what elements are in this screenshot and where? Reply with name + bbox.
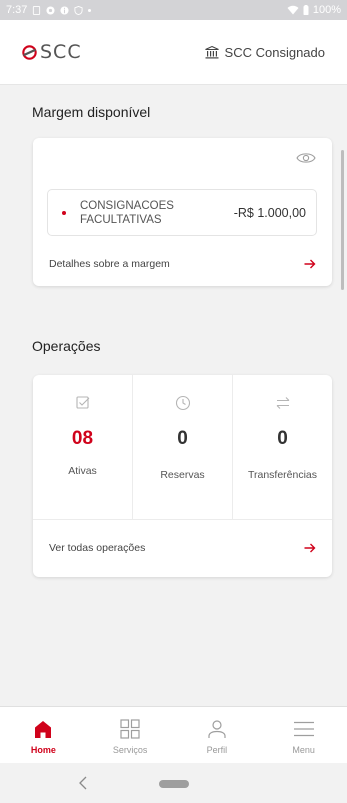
nav-item-menu[interactable]: Menu: [260, 707, 347, 763]
margin-section-title: Margem disponível: [32, 104, 151, 120]
nav-label-home: Home: [30, 745, 56, 755]
home-pill-button[interactable]: [159, 780, 189, 788]
nav-item-home[interactable]: Home: [0, 707, 87, 763]
bottom-nav: Home Serviços Perfil Menu: [0, 706, 347, 763]
checkbox-icon: [75, 396, 89, 409]
notification-dot-icon: [88, 8, 92, 12]
wifi-icon: [287, 5, 299, 15]
record-icon: [46, 5, 55, 15]
menu-icon: [293, 721, 314, 737]
see-all-operations-link[interactable]: Ver todas operações: [33, 538, 332, 558]
battery-icon: [303, 5, 309, 15]
back-chevron-icon[interactable]: [76, 775, 90, 791]
scc-logo-mark-icon: [22, 44, 37, 60]
eye-icon[interactable]: [296, 151, 316, 165]
margin-card: CONSIGNACOES FACULTATIVAS -R$ 1.000,00 D…: [33, 138, 332, 286]
margin-details-label: Detalhes sobre a margem: [49, 258, 170, 270]
info-icon: [60, 5, 69, 15]
arrow-right-icon: [304, 259, 316, 269]
logo-text: SCC: [40, 41, 82, 63]
ops-label-transferencias: Transferências: [247, 469, 318, 481]
person-icon: [208, 720, 226, 738]
transfer-icon: [276, 397, 289, 409]
shield-icon: [74, 5, 83, 15]
nav-label-servicos: Serviços: [112, 745, 148, 755]
grid-icon: [120, 719, 140, 739]
ops-label-ativas: Ativas: [68, 465, 97, 477]
scrollbar[interactable]: [341, 150, 344, 290]
system-nav-bar: [0, 763, 347, 803]
status-time: 7:37: [6, 4, 28, 16]
ops-label-reservas: Reservas: [160, 469, 205, 481]
ops-stat-reservas[interactable]: 0 Reservas: [132, 375, 232, 519]
scc-logo: SCC: [22, 41, 82, 63]
account-label: SCC Consignado: [224, 44, 325, 60]
operations-section-title: Operações: [32, 338, 101, 354]
margin-row: CONSIGNACOES FACULTATIVAS -R$ 1.000,00: [47, 189, 317, 236]
home-icon: [35, 721, 52, 738]
app-header: SCC SCC Consignado: [0, 20, 347, 85]
account-selector[interactable]: SCC Consignado: [204, 44, 325, 60]
clock-icon: [175, 395, 190, 411]
ops-value-transferencias: 0: [277, 428, 288, 449]
operations-card: 08 Ativas 0 Reservas 0 Transferências Ve…: [33, 375, 332, 577]
bullet-dot-icon: [62, 210, 66, 215]
sim-icon: [33, 5, 41, 15]
arrow-right-icon: [304, 543, 316, 553]
margin-row-label: CONSIGNACOES FACULTATIVAS: [80, 199, 174, 226]
nav-item-perfil[interactable]: Perfil: [174, 707, 261, 763]
ops-value-ativas: 08: [71, 428, 94, 449]
ops-stat-transferencias[interactable]: 0 Transferências: [232, 375, 332, 519]
bank-icon: [204, 45, 219, 58]
nav-label-perfil: Perfil: [206, 745, 228, 755]
nav-item-servicos[interactable]: Serviços: [87, 707, 174, 763]
see-all-operations-label: Ver todas operações: [49, 542, 146, 554]
operations-stats: 08 Ativas 0 Reservas 0 Transferências: [33, 375, 332, 520]
nav-label-menu: Menu: [292, 745, 315, 755]
ops-value-reservas: 0: [177, 428, 188, 449]
margin-row-value: -R$ 1.000,00: [233, 205, 306, 220]
battery-level: 100%: [312, 4, 341, 16]
status-bar: 7:37 100%: [0, 0, 347, 20]
ops-stat-ativas[interactable]: 08 Ativas: [33, 375, 132, 519]
margin-details-link[interactable]: Detalhes sobre a margem: [33, 254, 332, 274]
